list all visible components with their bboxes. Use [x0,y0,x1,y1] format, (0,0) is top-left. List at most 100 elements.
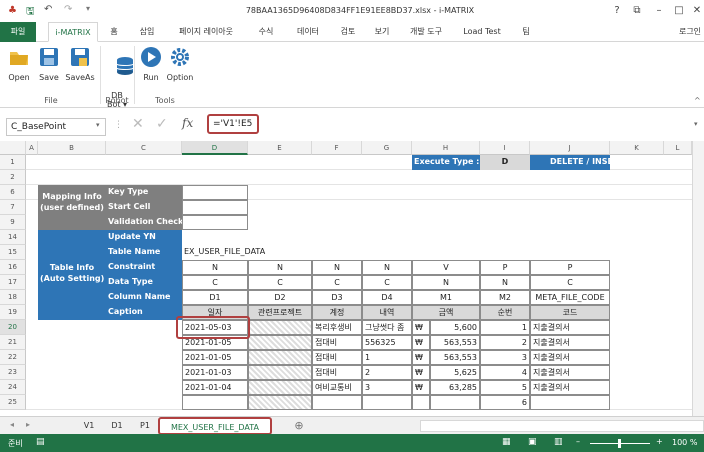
zoom-in-icon[interactable]: + [656,437,663,446]
start-cell-value[interactable] [182,200,248,215]
table-column-name-cell[interactable]: META_FILE_CODE [530,290,610,305]
table-name-value[interactable]: EX_USER_FILE_DATA [182,245,282,260]
project-cell[interactable] [248,380,312,395]
sheet-tab-mex-user-file-data[interactable]: MEX_USER_FILE_DATA [158,417,272,435]
account-cell[interactable] [312,395,362,410]
table-column-name-cell[interactable]: M2 [480,290,530,305]
tab-file[interactable]: 파일 [0,22,36,42]
tab-load-test[interactable]: Load Test [460,22,504,42]
project-cell[interactable] [248,365,312,380]
code-cell[interactable] [530,395,610,410]
code-cell[interactable]: 지출결의서 [530,335,610,350]
table-data-type-cell[interactable]: N [480,275,530,290]
sequence-cell[interactable]: 2 [480,335,530,350]
table-caption-cell[interactable]: 금액 [412,305,480,320]
currency-cell[interactable]: ₩ [412,335,430,350]
column-header-l[interactable]: L [664,141,692,155]
sheet-tab-v1[interactable]: V1 [76,417,102,435]
detail-cell[interactable] [362,395,412,410]
amount-cell[interactable]: 5,600 [430,320,480,335]
row-header[interactable]: 22 [0,350,26,365]
tab-view[interactable]: 보기 [370,22,394,42]
code-cell[interactable]: 지출결의서 [530,365,610,380]
table-data-type-cell[interactable]: C [362,275,412,290]
normal-view-icon[interactable]: ▦ [502,437,511,447]
table-caption-cell[interactable]: 계정 [312,305,362,320]
table-constraint-cell[interactable]: N [362,260,412,275]
date-cell[interactable]: 2021-01-03 [182,365,248,380]
enter-icon[interactable]: ✓ [156,116,168,132]
amount-cell[interactable]: 563,553 [430,335,480,350]
add-sheet-button[interactable]: ⊕ [290,417,308,435]
detail-cell[interactable]: 3 [362,380,412,395]
save-button[interactable]: Save [38,46,60,82]
table-caption-cell[interactable]: 관련프로젝트 [248,305,312,320]
formula-input[interactable]: ='V1'!E5 [207,114,259,134]
detail-cell[interactable]: 그냥썻다 좀 [362,320,412,335]
project-cell[interactable] [248,395,312,410]
table-constraint-cell[interactable]: V [412,260,480,275]
amount-cell[interactable]: 5,625 [430,365,480,380]
tab-home[interactable]: 홈 [104,22,124,42]
code-cell[interactable]: 지출결의서 [530,350,610,365]
option-button[interactable]: Option [166,46,194,82]
row-header[interactable]: 21 [0,335,26,350]
vertical-scrollbar[interactable] [692,141,704,416]
table-data-type-cell[interactable]: C [248,275,312,290]
sheet-tab-d1[interactable]: D1 [104,417,130,435]
column-header-k[interactable]: K [610,141,664,155]
zoom-level[interactable]: 100 % [672,438,697,447]
column-header-d[interactable]: D [182,141,248,155]
row-header[interactable]: 20 [0,320,26,335]
sequence-cell[interactable]: 6 [480,395,530,410]
code-cell[interactable]: 지출결의서 [530,380,610,395]
detail-cell[interactable]: 1 [362,350,412,365]
login-link[interactable]: 로그인 [676,22,704,42]
account-cell[interactable]: 접대비 [312,365,362,380]
function-icon[interactable]: fx [182,116,193,130]
sheet-tab-p1[interactable]: P1 [132,417,158,435]
table-caption-cell[interactable]: 내역 [362,305,412,320]
row-header[interactable]: 18 [0,290,26,305]
table-constraint-cell[interactable]: N [182,260,248,275]
tab-review[interactable]: 검토 [336,22,360,42]
name-box[interactable]: C_BasePoint [6,118,106,136]
currency-cell[interactable]: ₩ [412,350,430,365]
currency-cell[interactable]: ₩ [412,365,430,380]
row-header[interactable]: 2 [0,170,26,185]
date-cell[interactable] [182,395,248,410]
scroll-right-icon[interactable]: ▸ [26,420,30,429]
undo-icon[interactable]: ↶ [44,4,52,15]
code-cell[interactable]: 지출결의서 [530,320,610,335]
row-header[interactable]: 15 [0,245,26,260]
detail-cell[interactable]: 2 [362,365,412,380]
sequence-cell[interactable]: 3 [480,350,530,365]
table-constraint-cell[interactable]: N [312,260,362,275]
row-header[interactable]: 6 [0,185,26,200]
row-header[interactable]: 24 [0,380,26,395]
minimize-button[interactable]: – [652,4,666,18]
tab-page-layout[interactable]: 페이지 레이아웃 [170,22,242,42]
project-cell[interactable] [248,335,312,350]
table-column-name-cell[interactable]: M1 [412,290,480,305]
save-icon[interactable]: 🖫 [26,4,35,21]
maximize-button[interactable]: □ [672,4,686,18]
detail-cell[interactable]: 556325 [362,335,412,350]
save-as-button[interactable]: SaveAs [64,46,96,82]
project-cell[interactable] [248,320,312,335]
row-header[interactable]: 7 [0,200,26,215]
tab-developer[interactable]: 개발 도구 [404,22,448,42]
date-cell[interactable]: 2021-01-05 [182,350,248,365]
tab-insert[interactable]: 삽입 [132,22,162,42]
table-constraint-cell[interactable]: P [480,260,530,275]
page-break-view-icon[interactable]: ▥ [554,437,563,447]
table-data-type-cell[interactable]: C [182,275,248,290]
select-all-corner[interactable] [0,141,26,155]
zoom-out-icon[interactable]: – [576,437,580,446]
table-caption-cell[interactable]: 순번 [480,305,530,320]
worksheet-grid[interactable]: A B C D E F G H I J K L 1 2 6 7 9 14 15 … [0,141,704,416]
name-box-dropdown-icon[interactable]: ▾ [96,121,100,129]
table-data-type-cell[interactable]: C [312,275,362,290]
column-header-e[interactable]: E [248,141,312,155]
currency-cell[interactable] [412,395,430,410]
